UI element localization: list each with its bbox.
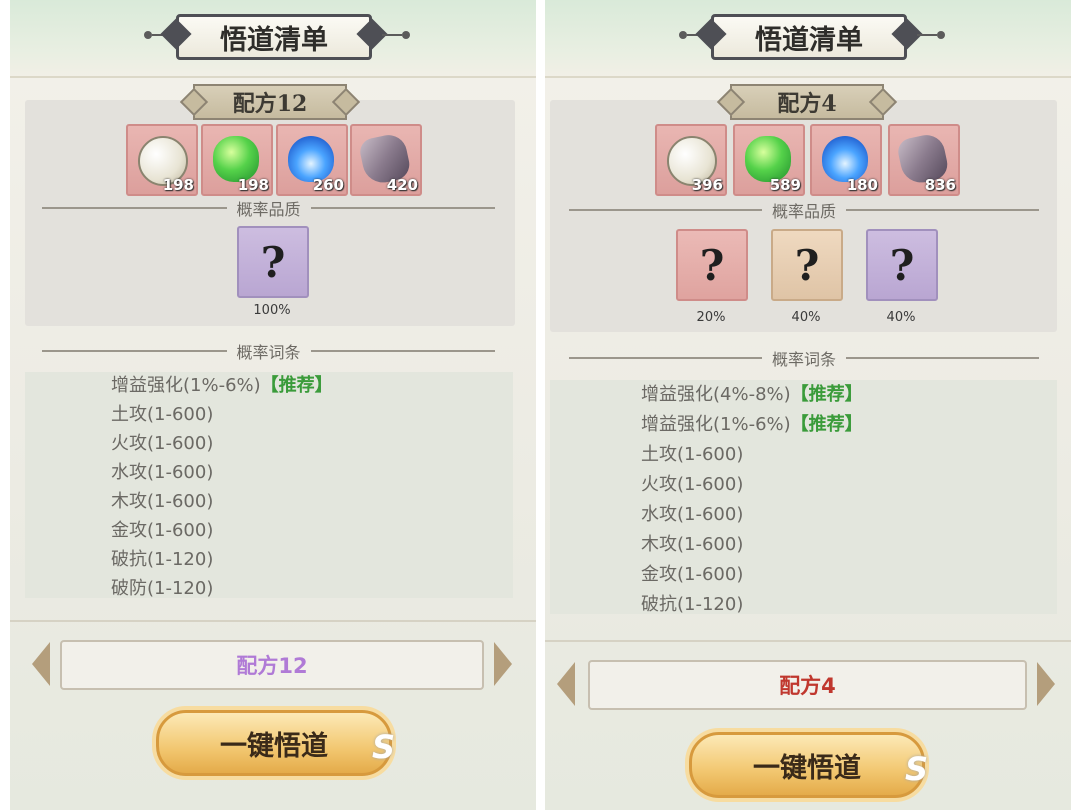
recipe-selector[interactable]: 配方12: [60, 640, 484, 690]
header-ornament: [679, 31, 687, 39]
unknown-quality-icon: ?: [260, 237, 286, 287]
quality-divider: 概率品质: [42, 200, 496, 219]
prev-recipe-arrow-icon[interactable]: [557, 662, 575, 706]
affix-item: 木攻(1-600): [641, 534, 744, 555]
affix-item: 金攻(1-600): [111, 520, 214, 541]
quality-slot[interactable]: ?: [676, 229, 748, 301]
affix-item: 土攻(1-600): [111, 404, 214, 425]
affix-item: 水攻(1-600): [111, 462, 214, 483]
affix-item: 破抗(1-120): [641, 594, 744, 615]
material-count: 180: [846, 176, 878, 194]
affix-item: 增益强化(4%-8%)【推荐】: [641, 384, 863, 405]
recipe-name-tag: 配方4: [730, 84, 884, 120]
material-slot[interactable]: 420: [350, 124, 422, 196]
header-ornament: [917, 34, 937, 36]
affix-item: 增益强化(1%-6%)【推荐】: [111, 375, 333, 396]
material-count: 198: [162, 176, 194, 194]
quality-percent: 100%: [253, 303, 291, 318]
quality-slot[interactable]: ?: [771, 229, 843, 301]
quality-slot[interactable]: ?: [237, 226, 309, 298]
material-count: 198: [237, 176, 269, 194]
next-recipe-arrow-icon[interactable]: [494, 642, 512, 686]
affix-heading: 概率词条: [772, 350, 837, 369]
affix-heading: 概率词条: [236, 343, 301, 362]
quality-slot[interactable]: ?: [866, 229, 938, 301]
header-ornament: [382, 34, 402, 36]
quality-heading: 概率品质: [772, 202, 837, 221]
recommend-tag: 【推荐】: [790, 384, 863, 405]
affix-item: 火攻(1-600): [641, 474, 744, 495]
unknown-quality-icon: ?: [699, 240, 725, 290]
section-divider: [10, 620, 536, 622]
panel-title: 悟道清单: [176, 14, 372, 60]
recipe-name-tag: 配方12: [193, 84, 347, 120]
header-ornament: [937, 31, 945, 39]
material-count: 396: [691, 176, 723, 194]
header-ornament: [402, 31, 410, 39]
one-click-enlighten-button[interactable]: 一键悟道: [156, 710, 392, 776]
panel-title: 悟道清单: [711, 14, 907, 60]
affix-item: 破抗(1-120): [111, 549, 214, 570]
unknown-quality-icon: ?: [889, 240, 915, 290]
quality-heading: 概率品质: [236, 200, 301, 219]
one-click-enlighten-button[interactable]: 一键悟道: [689, 732, 925, 798]
affix-item: 木攻(1-600): [111, 491, 214, 512]
quality-divider: 概率品质: [569, 202, 1040, 221]
panel-header: 悟道清单: [10, 0, 536, 78]
material-slot[interactable]: 198: [126, 124, 198, 196]
material-count: 836: [924, 176, 956, 194]
material-slot[interactable]: 198: [201, 124, 273, 196]
affix-item: 金攻(1-600): [641, 564, 744, 585]
material-slot[interactable]: 260: [276, 124, 348, 196]
material-count: 589: [769, 176, 801, 194]
material-slot[interactable]: 589: [733, 124, 805, 196]
affix-item: 水攻(1-600): [641, 504, 744, 525]
quality-percent: 40%: [791, 310, 821, 325]
recipe-panel-right: 悟道清单 配方4 396 589 180 836 概率品质 ? 20% ? 40…: [545, 0, 1071, 810]
affix-list: [25, 372, 513, 598]
material-slot[interactable]: 180: [810, 124, 882, 196]
unknown-quality-icon: ?: [794, 240, 820, 290]
affix-item: 破防(1-120): [111, 578, 214, 599]
section-divider: [545, 640, 1071, 642]
affix-item: 土攻(1-600): [641, 444, 744, 465]
recommend-tag: 【推荐】: [790, 414, 863, 435]
recommend-tag: 【推荐】: [260, 375, 333, 396]
panel-header: 悟道清单: [545, 0, 1071, 78]
swirl-icon: S: [905, 750, 929, 788]
affix-divider: 概率词条: [42, 343, 496, 362]
material-slot[interactable]: 836: [888, 124, 960, 196]
material-count: 260: [312, 176, 344, 194]
affix-item: 火攻(1-600): [111, 433, 214, 454]
prev-recipe-arrow-icon[interactable]: [32, 642, 50, 686]
recipe-panel-left: 悟道清单 配方12 198 198 260 420 概率品质 ? 100% 概率…: [10, 0, 536, 810]
recipe-selector[interactable]: 配方4: [588, 660, 1027, 710]
material-slot[interactable]: 396: [655, 124, 727, 196]
quality-percent: 20%: [696, 310, 726, 325]
swirl-icon: S: [372, 728, 396, 766]
affix-divider: 概率词条: [569, 350, 1040, 369]
header-ornament: [144, 31, 152, 39]
material-count: 420: [386, 176, 418, 194]
affix-item: 增益强化(1%-6%)【推荐】: [641, 414, 863, 435]
quality-percent: 40%: [886, 310, 916, 325]
next-recipe-arrow-icon[interactable]: [1037, 662, 1055, 706]
